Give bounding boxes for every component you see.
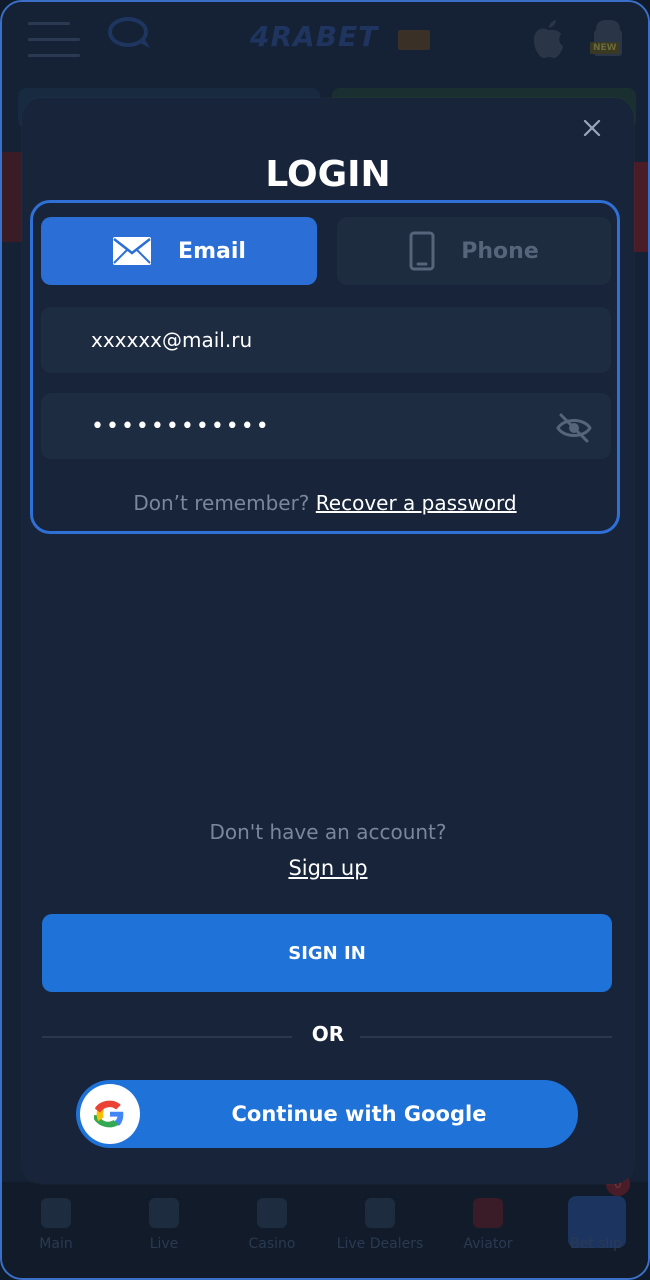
top-bar: 4RABET NEW xyxy=(2,2,648,82)
login-form: Email Phone Don’t remember? Recover a pa… xyxy=(30,200,620,534)
tab-email-label: Email xyxy=(178,238,246,264)
nav-item-main[interactable]: Main xyxy=(6,1198,106,1252)
divider xyxy=(360,1036,612,1038)
recover-password-link[interactable]: Recover a password xyxy=(316,491,517,515)
nav-label: Aviator xyxy=(463,1236,513,1252)
nav-item-casino[interactable]: Casino xyxy=(222,1198,322,1252)
recover-prefix: Don’t remember? xyxy=(133,491,310,515)
nav-item-live[interactable]: Live xyxy=(114,1198,214,1252)
nav-label: Live xyxy=(149,1236,179,1252)
password-input[interactable] xyxy=(41,393,611,459)
google-button-label: Continue with Google xyxy=(231,1102,487,1126)
login-modal: LOGIN Email Phone xxxxxx@mail.ru •••••••… xyxy=(22,98,634,1184)
close-icon[interactable] xyxy=(580,116,604,140)
apple-icon[interactable] xyxy=(530,18,566,60)
grid-icon xyxy=(41,1198,71,1228)
nav-item-aviator[interactable]: Aviator xyxy=(438,1198,538,1252)
nav-label: Live Dealers xyxy=(336,1236,424,1252)
menu-icon[interactable] xyxy=(28,22,80,58)
chat-icon[interactable] xyxy=(108,16,154,52)
background-card xyxy=(632,162,648,252)
club-icon xyxy=(257,1198,287,1228)
tab-email[interactable]: Email xyxy=(41,217,317,285)
sign-in-button[interactable]: SIGN IN xyxy=(42,914,612,992)
nav-label: Casino xyxy=(248,1236,296,1252)
aviator-icon xyxy=(473,1198,503,1228)
app-frame: 4RABET NEW Main Live Casino Live Dealers… xyxy=(0,0,650,1280)
tab-phone[interactable]: Phone xyxy=(337,217,611,285)
nav-label: Bet slip xyxy=(569,1236,623,1252)
no-account-text: Don't have an account? xyxy=(209,820,447,844)
recover-row: Don’t remember? Recover a password xyxy=(33,491,617,515)
brand-logo[interactable]: 4RABET xyxy=(250,20,378,53)
envelope-icon xyxy=(113,237,152,265)
tab-phone-label: Phone xyxy=(461,238,539,264)
nav-item-live-dealers[interactable]: Live Dealers xyxy=(330,1198,430,1252)
google-icon-wrapper xyxy=(80,1084,140,1144)
background-card xyxy=(2,152,22,242)
stadium-icon xyxy=(149,1198,179,1228)
google-icon xyxy=(94,1100,124,1128)
hide-password-icon[interactable] xyxy=(555,411,593,445)
modal-title: LOGIN xyxy=(265,154,391,195)
or-label: OR xyxy=(311,1022,345,1046)
signup-link[interactable]: Sign up xyxy=(22,856,634,880)
phone-icon xyxy=(409,231,435,271)
new-badge: NEW xyxy=(590,42,620,54)
nav-item-betslip[interactable]: Bet slip xyxy=(546,1236,646,1252)
bottom-nav: Main Live Casino Live Dealers Aviator 0 … xyxy=(2,1172,648,1278)
google-signin-button[interactable]: Continue with Google xyxy=(76,1080,578,1148)
dealer-icon xyxy=(365,1198,395,1228)
nav-label: Main xyxy=(39,1236,73,1252)
email-input[interactable] xyxy=(41,307,611,373)
language-flag-icon[interactable] xyxy=(398,30,430,50)
